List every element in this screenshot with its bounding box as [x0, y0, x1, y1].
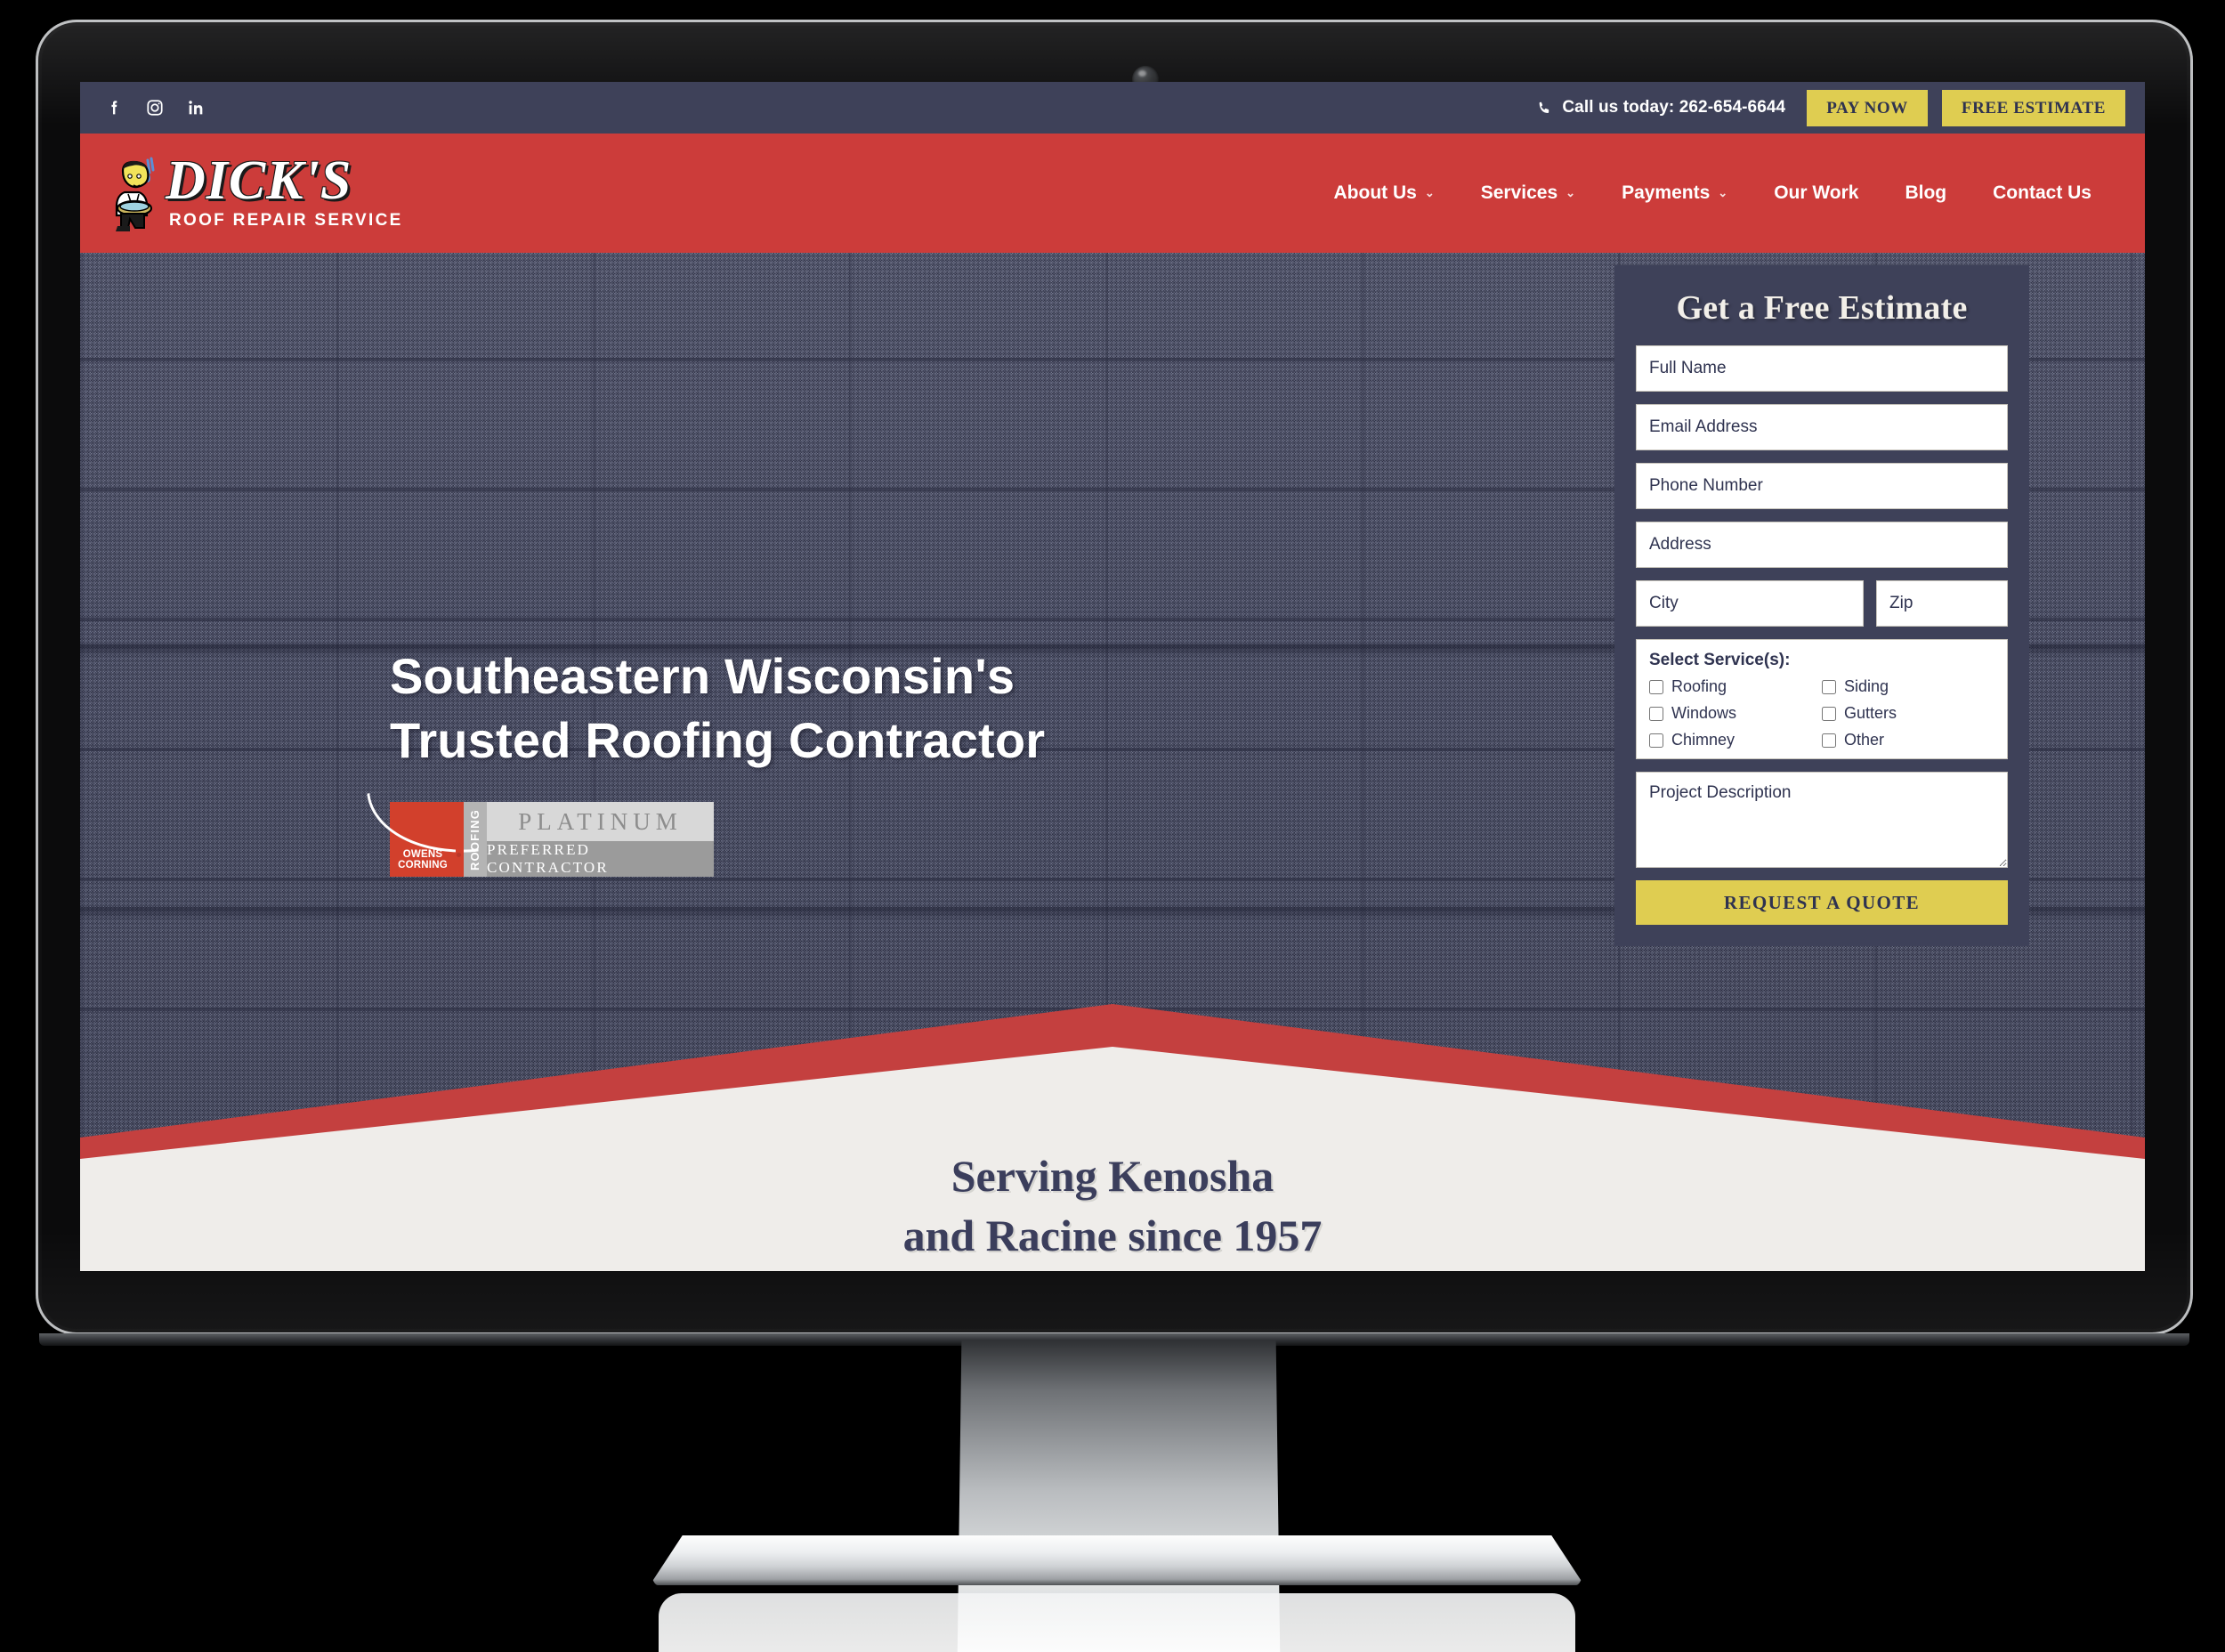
roofing-checkbox[interactable]: [1649, 679, 1663, 694]
hero-tagline: Serving Kenosha and Racine since 1957: [80, 1146, 2145, 1266]
phone-input[interactable]: [1636, 463, 2008, 509]
service-checkbox-siding[interactable]: Siding: [1822, 677, 1994, 696]
owens-corning-text: OWENS CORNING: [398, 849, 448, 871]
city-input[interactable]: [1636, 580, 1864, 627]
screenshot-root: Call us today: 262-654-6644 PAY NOW FREE…: [0, 0, 2225, 1652]
logo-subtitle: ROOF REPAIR SERVICE: [169, 210, 403, 230]
gutters-checkbox[interactable]: [1822, 706, 1836, 721]
pay-now-button[interactable]: PAY NOW: [1807, 89, 1928, 126]
nav-label: Blog: [1905, 182, 1947, 203]
service-checkbox-roofing[interactable]: Roofing: [1649, 677, 1822, 696]
service-checkbox-chimney[interactable]: Chimney: [1649, 731, 1822, 749]
service-label: Siding: [1844, 677, 1889, 695]
main-navigation: About Us ⌄ Services ⌄ Payments ⌄ Our Wor…: [1311, 182, 2116, 204]
hero-headline-line2: Trusted Roofing Contractor: [390, 711, 1046, 768]
address-input[interactable]: [1636, 522, 2008, 568]
other-checkbox[interactable]: [1822, 733, 1836, 748]
preferred-contractor-label: PREFERRED CONTRACTOR: [487, 841, 714, 878]
instagram-icon[interactable]: [144, 97, 166, 118]
hero-section: Southeastern Wisconsin's Trusted Roofing…: [80, 253, 2145, 1271]
full-name-input[interactable]: [1636, 345, 2008, 392]
service-label: Other: [1844, 731, 1885, 749]
monitor-stand-base: [650, 1535, 1584, 1585]
phone-label: Call us today: 262-654-6644: [1562, 98, 1786, 117]
site-topbar: Call us today: 262-654-6644 PAY NOW FREE…: [80, 82, 2145, 134]
owens-corning-platinum-badge: OWENS CORNING ROOFING PLATINUM PREFERRED…: [367, 782, 714, 878]
monitor-screen: Call us today: 262-654-6644 PAY NOW FREE…: [80, 82, 2145, 1271]
oc-line2: CORNING: [398, 859, 448, 871]
nav-item-our-work[interactable]: Our Work: [1751, 182, 1881, 204]
request-a-quote-button[interactable]: REQUEST A QUOTE: [1636, 880, 2008, 925]
nav-item-contact-us[interactable]: Contact Us: [1970, 182, 2115, 204]
chevron-down-icon: ⌄: [1566, 186, 1576, 199]
call-us-link[interactable]: Call us today: 262-654-6644: [1536, 98, 1785, 117]
windows-checkbox[interactable]: [1649, 706, 1663, 721]
nav-item-services[interactable]: Services ⌄: [1458, 182, 1598, 204]
roofing-text: ROOFING: [468, 808, 482, 871]
chevron-down-icon: ⌄: [1424, 186, 1435, 199]
form-title: Get a Free Estimate: [1676, 289, 1968, 327]
service-checkbox-gutters[interactable]: Gutters: [1822, 704, 1994, 723]
owens-corning-logo: OWENS CORNING: [367, 782, 479, 878]
nav-item-blog[interactable]: Blog: [1881, 182, 1970, 204]
service-checkbox-other[interactable]: Other: [1822, 731, 1994, 749]
logo-wordmark: DICK'S ROOF REPAIR SERVICE: [166, 150, 403, 230]
site-logo[interactable]: DICK'S ROOF REPAIR SERVICE: [107, 150, 403, 231]
free-estimate-form: Get a Free Estimate Select Service(s): R…: [1614, 265, 2029, 946]
nav-item-payments[interactable]: Payments ⌄: [1598, 182, 1751, 204]
service-label: Gutters: [1844, 704, 1897, 722]
hero-headline: Southeastern Wisconsin's Trusted Roofing…: [390, 644, 1102, 772]
topbar-actions: Call us today: 262-654-6644 PAY NOW FREE…: [1536, 89, 2125, 126]
service-label: Chimney: [1671, 731, 1736, 749]
nav-label: Services: [1480, 182, 1558, 203]
select-services-label: Select Service(s):: [1649, 651, 1791, 669]
platinum-panel: ROOFING PLATINUM PREFERRED CONTRACTOR: [464, 802, 714, 878]
city-zip-row: [1636, 580, 2008, 639]
nav-label: Payments: [1622, 182, 1711, 203]
social-links: [103, 97, 206, 118]
services-grid: Roofing Siding Windows Gutters Chimney O…: [1649, 677, 1994, 749]
service-label: Roofing: [1671, 677, 1727, 695]
service-checkbox-windows[interactable]: Windows: [1649, 704, 1822, 723]
hero-headline-line1: Southeastern Wisconsin's: [390, 648, 1015, 704]
logo-title: DICK'S: [166, 150, 352, 212]
roofer-mascot-icon: [107, 155, 162, 231]
service-label: Windows: [1671, 704, 1737, 722]
site-header: DICK'S ROOF REPAIR SERVICE About Us ⌄ Se…: [80, 134, 2145, 253]
facebook-icon[interactable]: [103, 97, 125, 118]
free-estimate-button[interactable]: FREE ESTIMATE: [1941, 89, 2125, 126]
project-description-textarea[interactable]: [1636, 772, 2008, 868]
zip-input[interactable]: [1876, 580, 2008, 627]
email-input[interactable]: [1636, 404, 2008, 450]
select-services-group: Select Service(s): Roofing Siding Window…: [1636, 639, 2008, 759]
chimney-checkbox[interactable]: [1649, 733, 1663, 748]
oc-line1: OWENS: [402, 848, 443, 860]
nav-label: Contact Us: [1993, 182, 2092, 203]
tagline-line1: Serving Kenosha: [951, 1151, 1274, 1201]
nav-label: About Us: [1333, 182, 1417, 203]
linkedin-icon[interactable]: [185, 97, 206, 118]
siding-checkbox[interactable]: [1822, 679, 1836, 694]
registered-mark-icon: [456, 802, 464, 878]
monitor-stand-reflection: [659, 1593, 1575, 1652]
nav-label: Our Work: [1774, 182, 1859, 203]
platinum-stack: PLATINUM PREFERRED CONTRACTOR: [487, 802, 714, 878]
phone-icon: [1536, 100, 1553, 117]
nav-item-about-us[interactable]: About Us ⌄: [1311, 182, 1458, 204]
hero-copy: Southeastern Wisconsin's Trusted Roofing…: [367, 644, 1102, 878]
tagline-line2: and Racine since 1957: [902, 1211, 1323, 1260]
platinum-label: PLATINUM: [487, 802, 714, 842]
chevron-down-icon: ⌄: [1718, 186, 1728, 199]
